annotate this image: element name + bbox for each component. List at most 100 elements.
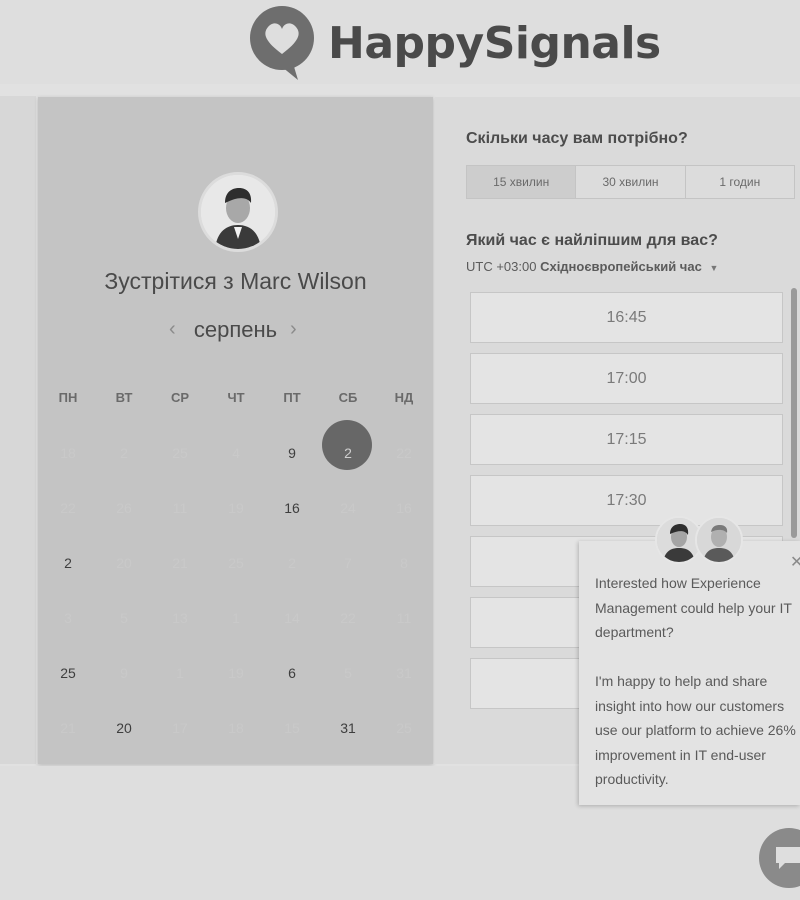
calendar-week: 25 9 1 19 6 5 31 (40, 645, 432, 700)
calendar-day-number: 25 (228, 554, 244, 571)
calendar-day-number: 21 (60, 719, 76, 736)
calendar-day-number: 15 (284, 719, 300, 736)
calendar-day[interactable]: 25 (40, 665, 96, 681)
calendar-day-number: 26 (116, 499, 132, 516)
calendar-day-number: 2 (64, 554, 72, 571)
calendar-day: 26 (96, 500, 152, 516)
duration-option-15[interactable]: 15 хвилин (467, 166, 577, 198)
calendar-day: 1 (152, 665, 208, 681)
time-question: Який час є найліпшим для вас? (466, 232, 718, 249)
weekday-label: ПТ (283, 389, 301, 405)
calendar-day-number: 18 (60, 444, 76, 461)
calendar-day: 22 (40, 500, 96, 516)
time-slot[interactable]: 17:15 (470, 414, 783, 465)
calendar-day-number: 19 (228, 499, 244, 516)
chevron-left-icon[interactable]: ‹ (169, 318, 176, 341)
calendar-day[interactable]: 16 (264, 500, 320, 516)
caret-down-icon: ▼ (709, 263, 719, 273)
calendar-day: 18 (40, 445, 96, 461)
duration-question: Скільки часу вам потрібно? (466, 130, 688, 147)
calendar-day-number: 9 (120, 664, 128, 681)
calendar-day-number: 4 (232, 444, 240, 461)
calendar-day: 4 (208, 445, 264, 461)
calendar-day-number: 11 (172, 499, 188, 516)
calendar-day: 1 (208, 610, 264, 626)
month-navigation: ‹ серпень › (38, 316, 433, 346)
calendar-day: 16 (376, 500, 432, 516)
calendar-day-selected[interactable]: 2 (320, 419, 376, 470)
brand-logo[interactable]: HappySignals (246, 4, 661, 84)
time-slot[interactable]: 17:00 (470, 353, 783, 404)
weekday-header: ПН ВТ СР ЧТ ПТ СБ НД (40, 370, 432, 425)
calendar-day: 22 (320, 610, 376, 626)
close-icon[interactable]: ✕ (790, 552, 800, 572)
calendar-day[interactable]: 9 (264, 445, 320, 461)
calendar-day: 24 (320, 500, 376, 516)
calendar-day: 11 (152, 500, 208, 516)
calendar-day-number: 11 (396, 609, 412, 626)
calendar-day[interactable]: 2 (40, 555, 96, 571)
calendar-day: 18 (208, 720, 264, 736)
calendar-day-number: 22 (340, 609, 356, 626)
calendar-day-number: 2 (288, 554, 296, 571)
agent-avatar (695, 516, 743, 564)
weekday-label: ПН (58, 389, 78, 405)
calendar-day: 15 (264, 720, 320, 736)
calendar-day-number: 9 (288, 444, 296, 461)
calendar-day: 25 (376, 720, 432, 736)
calendar-day-number: 25 (396, 719, 412, 736)
calendar-day[interactable]: 31 (320, 720, 376, 736)
calendar-day[interactable]: 6 (264, 665, 320, 681)
calendar-day: 11 (376, 610, 432, 626)
duration-option-30[interactable]: 30 хвилин (576, 166, 686, 198)
calendar-day: 5 (96, 610, 152, 626)
calendar-day: 2 (264, 555, 320, 571)
calendar-day: 17 (152, 720, 208, 736)
calendar-day: 31 (376, 665, 432, 681)
calendar-day-number: 31 (396, 664, 412, 681)
timezone-selector[interactable]: UTC +03:00 Східноєвропейський час ▼ (466, 259, 718, 274)
time-slot[interactable]: 16:45 (470, 292, 783, 343)
calendar-day-number: 2 (344, 444, 352, 461)
weekday-label: СБ (338, 389, 358, 405)
calendar-day: 2 (96, 445, 152, 461)
meet-title: Зустрітися з Marc Wilson (104, 268, 367, 294)
host-avatar (198, 172, 278, 252)
calendar-grid: ПН ВТ СР ЧТ ПТ СБ НД 18 2 25 4 9 2 22 22 26 11 19 1… (40, 370, 432, 755)
month-label: серпень (193, 317, 278, 342)
calendar-day-number: 20 (116, 719, 132, 736)
calendar-day-number: 31 (340, 719, 356, 736)
timezone-name: Східноєвропейський час (540, 259, 702, 274)
calendar-day-number: 13 (172, 609, 188, 626)
calendar-weeks: 18 2 25 4 9 2 22 22 26 11 19 16 24 16 2 20 21 25 2 7 8 3 5 13 1 1… (40, 419, 432, 755)
calendar-day: 21 (40, 720, 96, 736)
calendar-week: 3 5 13 1 14 22 11 (40, 590, 432, 645)
calendar-day-number: 24 (340, 499, 356, 516)
calendar-day: 25 (208, 555, 264, 571)
calendar-day: 9 (96, 665, 152, 681)
brand-name: HappySignals (328, 18, 661, 69)
calendar-day: 21 (152, 555, 208, 571)
time-slot-scrollbar[interactable] (791, 288, 797, 538)
calendar-day-number: 25 (172, 444, 188, 461)
duration-option-60[interactable]: 1 годин (686, 166, 794, 198)
calendar-day: 5 (320, 665, 376, 681)
calendar-day-number: 16 (284, 499, 300, 516)
calendar-day: 3 (40, 610, 96, 626)
duration-selector: 15 хвилин 30 хвилин 1 годин (466, 165, 795, 199)
calendar-week: 18 2 25 4 9 2 22 (40, 419, 432, 480)
calendar-day-number: 1 (232, 609, 240, 626)
calendar-day: 7 (320, 555, 376, 571)
calendar-day-number: 21 (172, 554, 188, 571)
calendar-day: 19 (208, 665, 264, 681)
weekday-label: ВТ (115, 389, 133, 405)
chevron-right-icon[interactable]: › (290, 318, 297, 341)
calendar-day-number: 8 (400, 554, 408, 571)
chat-bubble-icon (776, 847, 800, 869)
weekday-label: ЧТ (227, 389, 245, 405)
calendar-day[interactable]: 20 (96, 720, 152, 736)
calendar-day-number: 3 (64, 609, 72, 626)
weekday-label: СР (170, 389, 190, 405)
calendar-day-number: 14 (284, 609, 300, 626)
calendar-day-number: 18 (228, 719, 244, 736)
